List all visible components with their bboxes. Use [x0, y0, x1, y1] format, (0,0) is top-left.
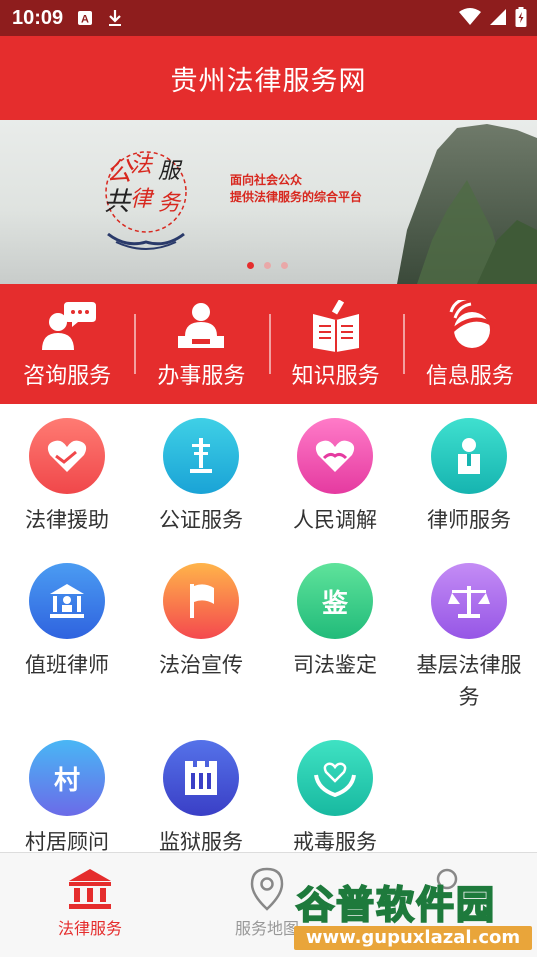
page-title: 贵州法律服务网 — [170, 65, 367, 97]
svg-text:共: 共 — [104, 187, 133, 217]
grid-item-notary[interactable]: 公证服务 — [134, 418, 268, 536]
info-icon — [447, 300, 497, 348]
svg-text:律: 律 — [130, 187, 155, 212]
affairs-icon — [178, 303, 225, 348]
banner-slogan: 面向社会公众 提供法律服务的综合平台 — [230, 172, 362, 206]
consult-icon — [42, 302, 97, 350]
banner-slogan-line2: 提供法律服务的综合平台 — [230, 190, 363, 204]
status-time: 10:09 — [12, 6, 64, 29]
flag-icon — [163, 563, 239, 639]
grid-label: 法律援助 — [25, 508, 109, 532]
info-service-button[interactable]: 信息服务 — [402, 284, 537, 404]
grid-item-scales[interactable]: 基层法律服务 — [402, 563, 536, 713]
grid-item-lawyer[interactable]: 律师服务 — [402, 418, 536, 536]
grid-label: 人民调解 — [293, 508, 377, 532]
affairs-service-button[interactable]: 办事服务 — [134, 284, 268, 404]
carousel-dot[interactable] — [247, 262, 254, 269]
prison-icon — [163, 740, 239, 816]
strip-label-affairs: 办事服务 — [157, 364, 246, 389]
rehab-icon — [297, 740, 373, 816]
svg-text:服: 服 — [158, 159, 183, 184]
service-category-bar: 咨询服务 办事服务 知识服务 信息服务 — [0, 284, 537, 404]
battery-icon — [515, 7, 527, 27]
grid-label: 基层法律服务 — [416, 653, 522, 709]
strip-label-knowledge: 知识服务 — [291, 364, 380, 389]
site-watermark: 谷普软件园 www.gupuxlazal.com — [290, 866, 537, 956]
download-icon — [109, 10, 122, 26]
grid-label: 公证服务 — [159, 508, 243, 532]
grid-label: 司法鉴定 — [293, 653, 377, 677]
grid-item-heart-hands[interactable]: 法律援助 — [0, 418, 134, 536]
svg-text:务: 务 — [158, 191, 182, 216]
wifi-icon — [459, 8, 481, 25]
carousel-dot[interactable] — [264, 262, 271, 269]
consult-service-button[interactable]: 咨询服务 — [0, 284, 134, 404]
grid-label: 律师服务 — [427, 508, 511, 532]
nav-legal-service[interactable]: 法律服务 — [25, 867, 155, 939]
signal-icon — [490, 9, 506, 25]
bank-icon — [69, 869, 111, 909]
grid-item-flag[interactable]: 法治宣传 — [134, 563, 268, 681]
grid-item-appraisal[interactable]: 鉴司法鉴定 — [268, 563, 402, 681]
strip-label-consult: 咨询服务 — [23, 364, 112, 389]
notary-icon — [163, 418, 239, 494]
lawyer-icon — [431, 418, 507, 494]
mediation-icon — [297, 418, 373, 494]
map-pin-icon — [250, 867, 284, 911]
banner-slogan-line1: 面向社会公众 — [230, 173, 303, 187]
svg-text:法: 法 — [130, 153, 154, 178]
grid-item-court[interactable]: 值班律师 — [0, 563, 134, 681]
svg-text:A: A — [81, 14, 89, 26]
watermark-title: 谷普软件园 — [295, 882, 497, 928]
grid-item-rehab[interactable]: 戒毒服务 — [268, 740, 402, 858]
heart-hands-icon — [29, 418, 105, 494]
grid-label: 法治宣传 — [159, 653, 243, 677]
nav-label-legal-service: 法律服务 — [57, 919, 122, 938]
scales-icon — [431, 563, 507, 639]
carousel-dot[interactable] — [281, 262, 288, 269]
app-header: 贵州法律服务网 — [0, 36, 537, 120]
knowledge-icon — [312, 300, 359, 352]
court-icon — [29, 563, 105, 639]
banner-carousel[interactable]: 公 法 服 共 律 务 面向社会公众 提供法律服务的综合平台 — [0, 120, 537, 284]
grid-label: 值班律师 — [25, 653, 109, 677]
grid-item-mediation[interactable]: 人民调解 — [268, 418, 402, 536]
public-legal-service-logo: 公 法 服 共 律 务 — [104, 151, 187, 250]
watermark-url: www.gupuxlazal.com — [294, 926, 532, 950]
mountain-image — [397, 124, 537, 284]
grid-item-prison[interactable]: 监狱服务 — [134, 740, 268, 858]
appraisal-icon: 鉴 — [297, 563, 373, 639]
a-notification-icon: A — [78, 11, 93, 26]
knowledge-service-button[interactable]: 知识服务 — [268, 284, 403, 404]
status-bar: 10:09 A — [0, 0, 537, 36]
village-icon: 村 — [29, 740, 105, 816]
grid-item-village[interactable]: 村村居顾问 — [0, 740, 134, 858]
carousel-indicator[interactable] — [247, 262, 288, 269]
strip-label-info: 信息服务 — [425, 364, 514, 389]
